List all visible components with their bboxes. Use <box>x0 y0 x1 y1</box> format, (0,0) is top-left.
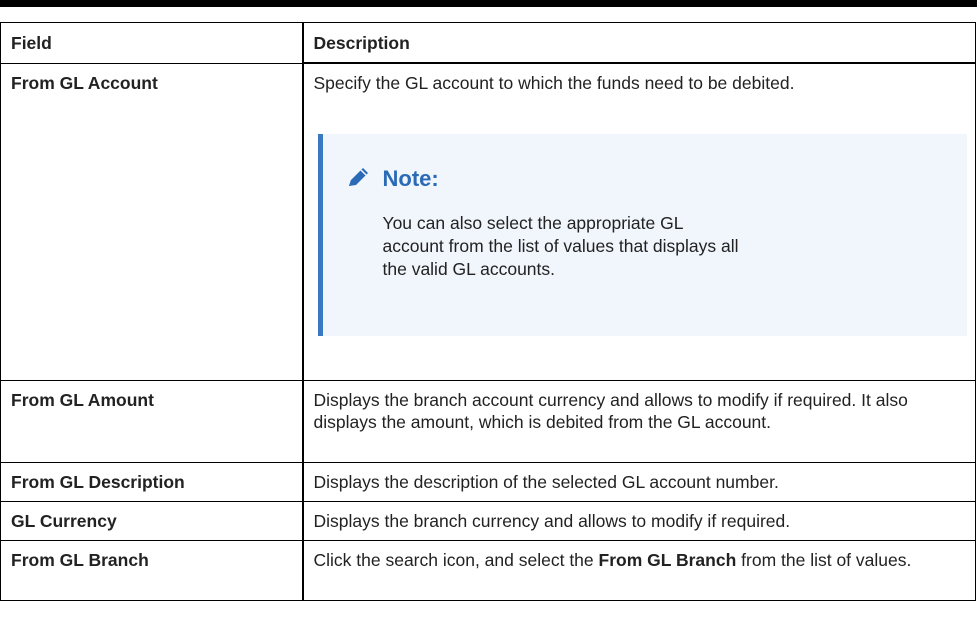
field-description: Displays the branch currency and allows … <box>302 500 976 541</box>
note-body: You can also select the appropriate GL a… <box>382 213 739 279</box>
pencil-icon <box>347 166 383 192</box>
field-description-table: Field Description From GL Account Specif… <box>0 22 976 601</box>
field-name: From GL Account <box>0 62 304 381</box>
table-row: From GL Amount Displays the branch accou… <box>0 379 976 463</box>
top-border-bar <box>0 0 977 7</box>
description-text: Click the search icon, and select the <box>313 549 599 570</box>
field-description-cell: Specify the GL account to which the fund… <box>302 62 976 381</box>
table-row: GL Currency Displays the branch currency… <box>0 500 976 541</box>
description-emphasis: From GL Branch <box>598 549 737 570</box>
field-description: Displays the description of the selected… <box>302 461 976 502</box>
note-title-row: Note: <box>347 166 948 192</box>
field-name: From GL Amount <box>0 379 304 463</box>
description-text: from the list of values. <box>736 549 912 570</box>
header-description: Description <box>302 22 976 64</box>
header-field: Field <box>0 22 304 64</box>
table-row: From GL Branch Click the search icon, an… <box>0 539 976 601</box>
table-header-row: Field Description <box>0 22 976 64</box>
note-box: Note: You can also select the appropriat… <box>317 134 967 336</box>
table-row: From GL Description Displays the descrip… <box>0 461 976 502</box>
field-name: GL Currency <box>0 500 304 541</box>
field-description: Specify the GL account to which the fund… <box>313 73 795 93</box>
note-title: Note: <box>382 166 439 191</box>
field-name: From GL Description <box>0 461 304 502</box>
field-description: Displays the branch account currency and… <box>302 379 976 463</box>
field-description: Click the search icon, and select the Fr… <box>302 539 976 601</box>
table-row: From GL Account Specify the GL account t… <box>0 62 976 381</box>
field-name: From GL Branch <box>0 539 304 601</box>
